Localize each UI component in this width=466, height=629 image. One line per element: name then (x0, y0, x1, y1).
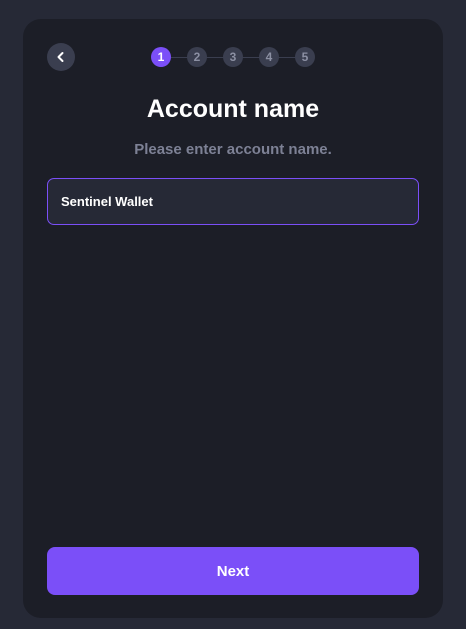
back-button[interactable] (47, 43, 75, 71)
page-title: Account name (146, 95, 320, 123)
step-4: 4 (259, 47, 279, 67)
chevron-left-icon (57, 52, 64, 62)
account-name-field (47, 178, 419, 225)
stepper: 1 2 3 4 5 (151, 47, 315, 67)
next-button[interactable]: Next (47, 547, 419, 595)
page-subtitle: Please enter account name. (134, 141, 332, 158)
step-3: 3 (223, 47, 243, 67)
account-name-input[interactable] (48, 179, 418, 224)
account-name-card: 1 2 3 4 5 Account name Please enter acco… (23, 19, 443, 618)
step-1: 1 (151, 47, 171, 67)
step-5: 5 (295, 47, 315, 67)
step-2: 2 (187, 47, 207, 67)
